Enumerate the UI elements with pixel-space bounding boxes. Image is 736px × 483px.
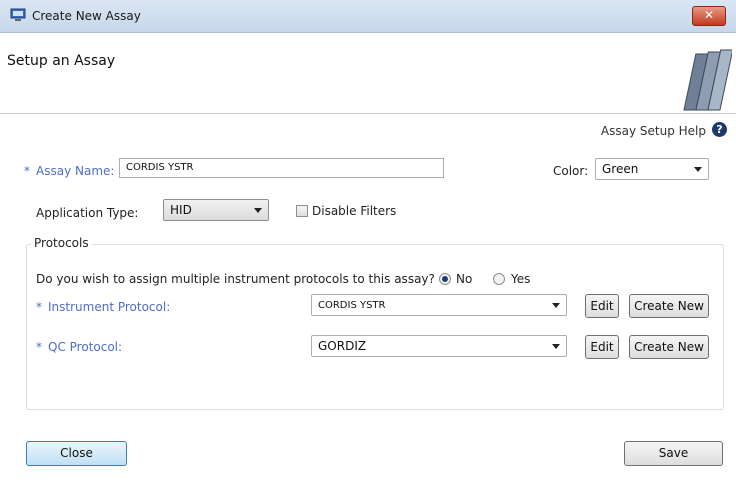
question-icon[interactable]: ? xyxy=(712,122,727,137)
disable-filters-checkbox[interactable] xyxy=(296,205,308,217)
create-new-qc-protocol-button[interactable]: Create New xyxy=(629,335,709,359)
app-window-icon xyxy=(10,8,26,21)
assay-setup-help-link[interactable]: Assay Setup Help xyxy=(601,124,706,138)
create-new-instrument-label: Create New xyxy=(634,299,704,313)
assay-name-label: Assay Name: xyxy=(36,164,115,178)
save-button-label: Save xyxy=(658,446,689,460)
radio-yes-label: Yes xyxy=(511,272,531,286)
edit-instrument-protocol-button[interactable]: Edit xyxy=(585,294,619,318)
instrument-protocol-value: CORDIS YSTR xyxy=(318,300,386,311)
instrument-protocol-select[interactable]: CORDIS YSTR xyxy=(311,294,567,316)
close-button[interactable]: Close xyxy=(26,441,127,466)
chevron-down-icon xyxy=(254,208,262,213)
chevron-down-icon xyxy=(552,344,560,349)
create-new-qc-label: Create New xyxy=(634,340,704,354)
qc-protocol-select[interactable]: GORDIZ xyxy=(311,335,567,357)
title-bar: Create New Assay ✕ xyxy=(0,0,736,33)
application-type-value: HID xyxy=(170,203,192,217)
close-icon: ✕ xyxy=(703,8,715,22)
application-type-label: Application Type: xyxy=(36,206,139,220)
dialog-header: Setup an Assay xyxy=(0,33,736,114)
chevron-down-icon xyxy=(694,167,702,172)
instrument-protocol-label: Instrument Protocol: xyxy=(48,300,171,314)
edit-instrument-label: Edit xyxy=(590,299,614,313)
chevron-down-icon xyxy=(552,303,560,308)
protocols-group-label: Protocols xyxy=(31,236,92,250)
multiple-protocols-question: Do you wish to assign multiple instrumen… xyxy=(36,272,435,286)
window-title: Create New Assay xyxy=(32,9,141,23)
assay-name-value: CORDIS YSTR xyxy=(126,162,194,173)
qc-protocol-value: GORDIZ xyxy=(318,339,367,353)
radio-no-label: No xyxy=(456,272,473,286)
qc-protocol-required-marker: * xyxy=(36,340,42,354)
color-label: Color: xyxy=(553,164,589,178)
color-select[interactable]: Green xyxy=(595,158,709,180)
radio-no[interactable] xyxy=(439,273,451,285)
radio-yes[interactable] xyxy=(493,273,505,285)
create-new-instrument-protocol-button[interactable]: Create New xyxy=(629,294,709,318)
edit-qc-protocol-button[interactable]: Edit xyxy=(585,335,619,359)
color-value: Green xyxy=(602,162,639,176)
create-new-assay-dialog: Create New Assay ✕ Setup an Assay Assay … xyxy=(0,0,736,483)
assay-name-required-marker: * xyxy=(24,164,30,178)
protocols-group xyxy=(26,244,724,410)
disable-filters-label: Disable Filters xyxy=(312,204,397,218)
qc-protocol-label: QC Protocol: xyxy=(48,340,123,354)
instrument-protocol-required-marker: * xyxy=(36,300,42,314)
edit-qc-label: Edit xyxy=(590,340,614,354)
books-icon xyxy=(683,49,732,111)
close-window-button[interactable]: ✕ xyxy=(692,6,726,26)
question-icon-glyph: ? xyxy=(716,123,723,136)
close-button-label: Close xyxy=(60,446,93,460)
page-title: Setup an Assay xyxy=(7,53,116,69)
application-type-select[interactable]: HID xyxy=(163,199,269,221)
assay-name-input[interactable]: CORDIS YSTR xyxy=(119,158,444,178)
save-button[interactable]: Save xyxy=(624,441,723,466)
